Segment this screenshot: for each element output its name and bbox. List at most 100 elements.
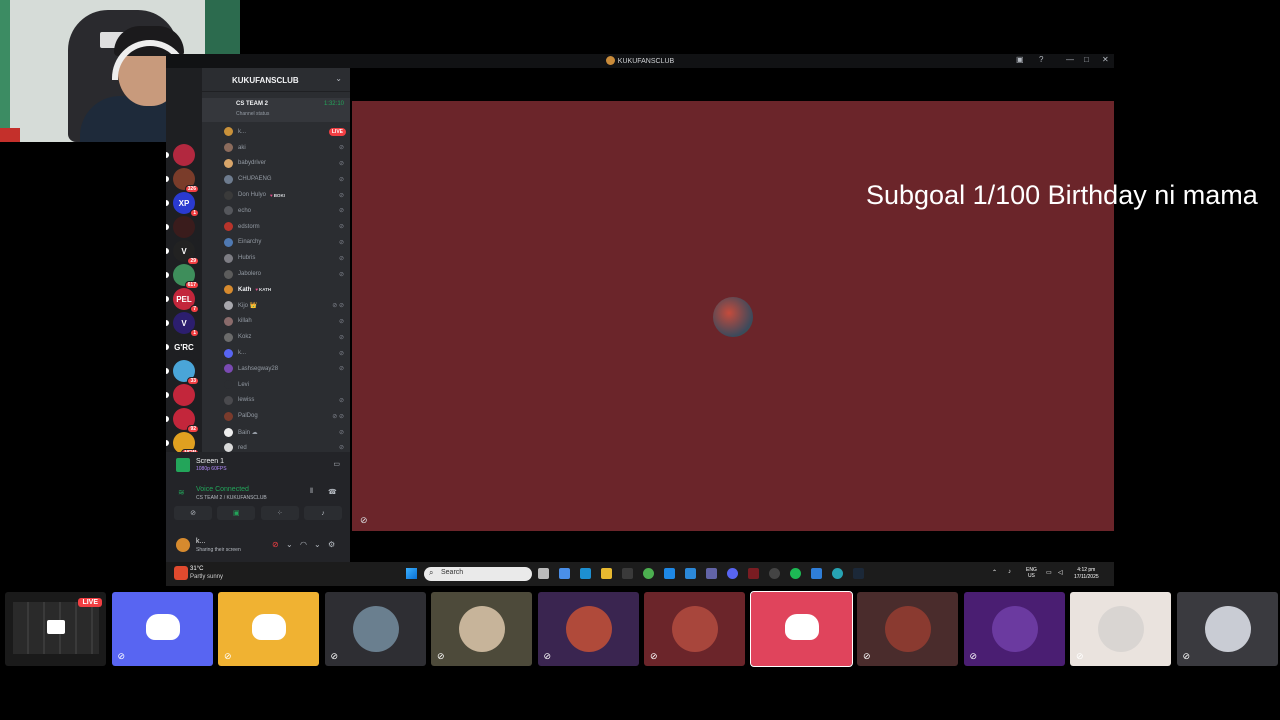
participant-tile[interactable]: ⊘ <box>324 592 426 666</box>
chevron-up-icon[interactable]: ⌃ <box>992 569 997 576</box>
server-icon[interactable]: XP 1 <box>173 192 199 217</box>
inbox-icon[interactable]: ▣ <box>1016 55 1024 64</box>
voice-user[interactable]: Hubris ⊘ <box>202 250 350 266</box>
signal-icon[interactable]: ≋ <box>178 488 185 497</box>
voice-user[interactable]: Kijo 👑 ⊘ ⊘ <box>202 298 350 314</box>
voice-user[interactable]: Levi <box>202 377 350 393</box>
voice-user[interactable]: k...⊘LIVE <box>202 124 350 140</box>
maximize-button[interactable]: □ <box>1084 55 1089 64</box>
voice-user[interactable]: Lashsegway28 ⊘ <box>202 361 350 377</box>
voice-user[interactable]: aki ⊘ <box>202 140 350 156</box>
weather-icon[interactable] <box>174 566 188 580</box>
server-icon[interactable]: V 29 <box>173 240 199 265</box>
participant-tile[interactable]: LIVE <box>5 592 106 666</box>
voice-user[interactable]: Einarchy ⊘ <box>202 235 350 251</box>
voice-user[interactable]: k... ⊘ <box>202 345 350 361</box>
notes-icon[interactable] <box>811 568 822 579</box>
voice-user[interactable]: lewiss ⊘ <box>202 393 350 409</box>
popout-icon[interactable]: ▭ <box>333 460 340 468</box>
spotify-icon[interactable] <box>790 568 801 579</box>
server-icon[interactable]: G'RC <box>173 336 199 361</box>
language-indicator[interactable]: ENG US <box>1026 567 1037 579</box>
server-icon[interactable]: 92 <box>173 408 199 433</box>
volume-icon[interactable]: ◁ <box>1058 569 1063 576</box>
voice-user[interactable]: Don Hulyo ♥BOKI ⊘ <box>202 187 350 203</box>
participant-tile[interactable]: ⊘ <box>431 592 532 666</box>
steam-icon[interactable] <box>853 568 864 579</box>
avatar[interactable] <box>176 538 190 552</box>
voice-user[interactable]: babydriver ⊘ <box>202 156 350 172</box>
teams-icon[interactable] <box>706 568 717 579</box>
mic-icon[interactable]: ♪ <box>1008 569 1011 575</box>
voice-user[interactable]: echo ⊘ <box>202 203 350 219</box>
voice-user[interactable]: Bain ☁ ⊘ <box>202 424 350 440</box>
participant-tile[interactable]: ⊘ <box>537 592 639 666</box>
search-input[interactable]: ⌕ Search <box>424 567 532 581</box>
disconnect-icon[interactable]: ☎ <box>328 488 337 496</box>
obs-icon[interactable] <box>769 568 780 579</box>
mic-muted-icon[interactable]: ⊘ <box>272 540 279 549</box>
voice-channel[interactable]: CS TEAM 2 Channel status 1:32:10 <box>202 98 350 122</box>
store-icon[interactable] <box>622 568 633 579</box>
participant-tile[interactable]: ⊘ <box>111 592 213 666</box>
participant-tile[interactable] <box>749 591 853 667</box>
voice-user[interactable]: Jabolero ⊘ <box>202 266 350 282</box>
close-button[interactable]: ✕ <box>1102 55 1109 64</box>
help-icon[interactable]: ? <box>1039 55 1043 64</box>
participant-tile[interactable]: ⊘ <box>857 592 958 666</box>
participant-tile[interactable]: ⊘ <box>218 592 319 666</box>
camera-off-button[interactable]: ⊘ <box>174 506 212 520</box>
activities-button[interactable]: ⁘ <box>260 506 299 520</box>
chrome-icon[interactable] <box>643 568 654 579</box>
discord-icon[interactable] <box>727 568 738 579</box>
server-icon[interactable]: 33 <box>173 360 199 385</box>
network-icon[interactable]: ▭ <box>1046 569 1052 576</box>
file-explorer-icon[interactable] <box>601 568 612 579</box>
server-icon[interactable]: PEL 7 <box>173 288 199 313</box>
voice-user[interactable]: Kokz ⊘ <box>202 329 350 345</box>
server-icon[interactable]: 326 <box>173 168 199 193</box>
clock[interactable]: 4:12 pm 17/11/2025 <box>1074 567 1099 581</box>
chat-icon[interactable] <box>685 568 696 579</box>
noise-suppression-icon[interactable]: ⦀ <box>310 488 313 496</box>
voice-user[interactable]: killah ⊘ <box>202 314 350 330</box>
voice-connected-channel[interactable]: CS TEAM 2 / KUKUFANSCLUB <box>196 495 267 501</box>
server-icon[interactable]: V1 <box>173 312 199 337</box>
gear-icon[interactable]: ⚙ <box>328 540 335 549</box>
voice-user[interactable]: Kath ♥KATH <box>202 282 350 298</box>
game-icon[interactable] <box>748 568 759 579</box>
start-button[interactable] <box>406 568 417 579</box>
participant-tile[interactable]: ⊘ <box>1176 592 1278 666</box>
server-header[interactable]: KUKUFANSCLUB ⌄ <box>202 68 350 92</box>
task-view-icon[interactable] <box>538 568 549 579</box>
participant-tile[interactable]: ⊘ <box>963 592 1065 666</box>
copilot-icon[interactable] <box>559 568 570 579</box>
screen-share-button[interactable]: ▣ <box>217 506 256 520</box>
participant-tile[interactable]: ⊘ <box>1070 592 1171 666</box>
soundboard-button[interactable]: ♪ <box>303 506 342 520</box>
server-icon[interactable]: 617 <box>173 264 199 289</box>
chevron-down-icon[interactable]: ⌄ <box>314 540 321 549</box>
voice-connected-status[interactable]: Voice Connected <box>196 486 249 493</box>
edge-icon[interactable] <box>580 568 591 579</box>
voice-user[interactable]: edstorm ⊘ <box>202 219 350 235</box>
voice-user[interactable]: CHUPAENG ⊘ <box>202 171 350 187</box>
voice-user[interactable]: PalDog ⊘ ⊘ <box>202 408 350 424</box>
avatar <box>224 443 233 453</box>
weather-desc[interactable]: Partly sunny <box>190 574 223 580</box>
server-icon[interactable]: NEW <box>173 432 199 457</box>
channel-status[interactable]: Channel status <box>236 111 269 117</box>
server-icon[interactable] <box>173 216 199 241</box>
server-icon[interactable] <box>173 144 199 169</box>
current-username[interactable]: k... <box>196 538 205 545</box>
chevron-down-icon[interactable]: ⌄ <box>286 540 293 549</box>
weather-temp[interactable]: 31°C <box>190 566 203 572</box>
headphones-icon[interactable]: ◠ <box>300 540 307 549</box>
participant-tile[interactable]: ⊘ <box>644 592 745 666</box>
server-icon[interactable] <box>173 384 199 409</box>
voice-channel-name: CS TEAM 2 <box>236 101 269 107</box>
stream-canvas[interactable]: ⊘ <box>352 101 1114 531</box>
mail-icon[interactable] <box>664 568 675 579</box>
minimize-button[interactable]: — <box>1066 55 1074 64</box>
browser-icon[interactable] <box>832 568 843 579</box>
